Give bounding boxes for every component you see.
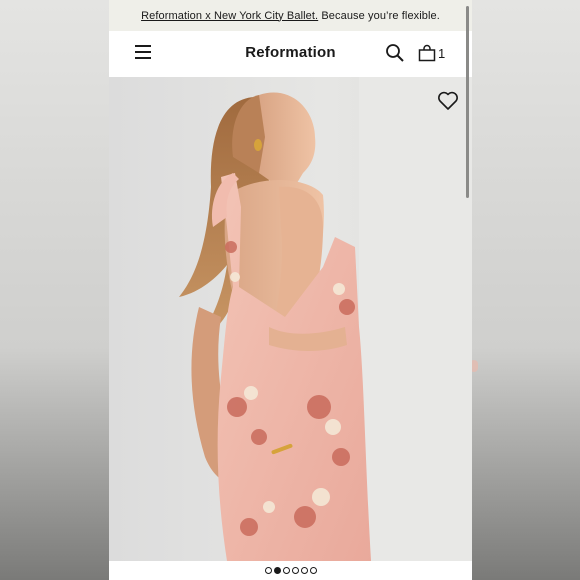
promo-link[interactable]: Reformation x New York City Ballet.	[141, 10, 318, 22]
shopping-bag-icon	[418, 44, 436, 62]
mobile-screen: Reformation x New York City Ballet. Beca…	[109, 0, 472, 580]
bag-count: 1	[438, 45, 446, 61]
blurred-background-right	[470, 0, 580, 580]
heart-icon[interactable]	[437, 91, 459, 111]
scrollbar[interactable]	[466, 6, 469, 198]
promo-tagline: Because you’re flexible.	[318, 9, 440, 22]
carousel-dot[interactable]	[273, 567, 281, 574]
carousel-dot[interactable]	[282, 567, 290, 574]
carousel-indicators	[109, 561, 472, 580]
search-icon[interactable]	[385, 43, 405, 63]
carousel-dot[interactable]	[300, 567, 308, 574]
site-header: Reformation 1	[109, 31, 472, 77]
promo-banner: Reformation x New York City Ballet. Beca…	[109, 0, 472, 31]
blurred-background-left	[0, 0, 110, 580]
shopping-bag-button[interactable]: 1	[418, 43, 454, 63]
carousel-dot[interactable]	[264, 567, 272, 574]
carousel-dot[interactable]	[291, 567, 299, 574]
product-image[interactable]	[109, 77, 472, 561]
carousel-dot[interactable]	[309, 567, 317, 574]
